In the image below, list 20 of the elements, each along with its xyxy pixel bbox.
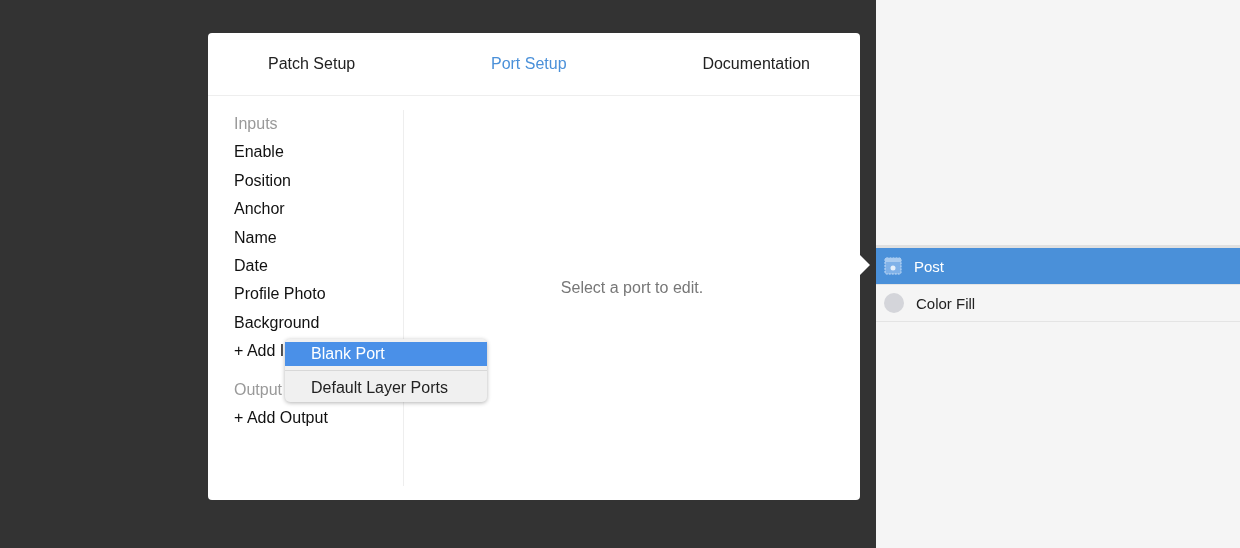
tab[interactable]: Patch Setup — [238, 51, 386, 77]
empty-hint: Select a port to edit. — [560, 279, 704, 297]
add-output-link[interactable]: + Add Output — [234, 404, 328, 433]
port-item[interactable]: Date — [234, 252, 268, 281]
layer-name: Color Fill — [916, 294, 976, 312]
circle-icon — [884, 293, 904, 313]
add-input-link[interactable]: + Add I — [234, 337, 285, 366]
layer-group-icon — [884, 257, 902, 275]
port-item[interactable]: Profile Photo — [234, 280, 326, 309]
port-item[interactable]: Name — [234, 223, 277, 253]
port-item[interactable]: Position — [234, 166, 291, 196]
layer-name: Post — [914, 257, 944, 275]
section-header: Output — [234, 379, 283, 400]
tab[interactable]: Documentation — [672, 51, 840, 77]
port-item[interactable]: Anchor — [234, 195, 285, 224]
port-item[interactable]: Background — [234, 308, 320, 338]
port-item[interactable]: Enable — [234, 138, 284, 167]
section-header: Inputs — [234, 114, 278, 134]
menu-item[interactable]: Default Layer Ports — [285, 376, 487, 400]
layer-row[interactable]: Color Fill — [876, 285, 1240, 322]
